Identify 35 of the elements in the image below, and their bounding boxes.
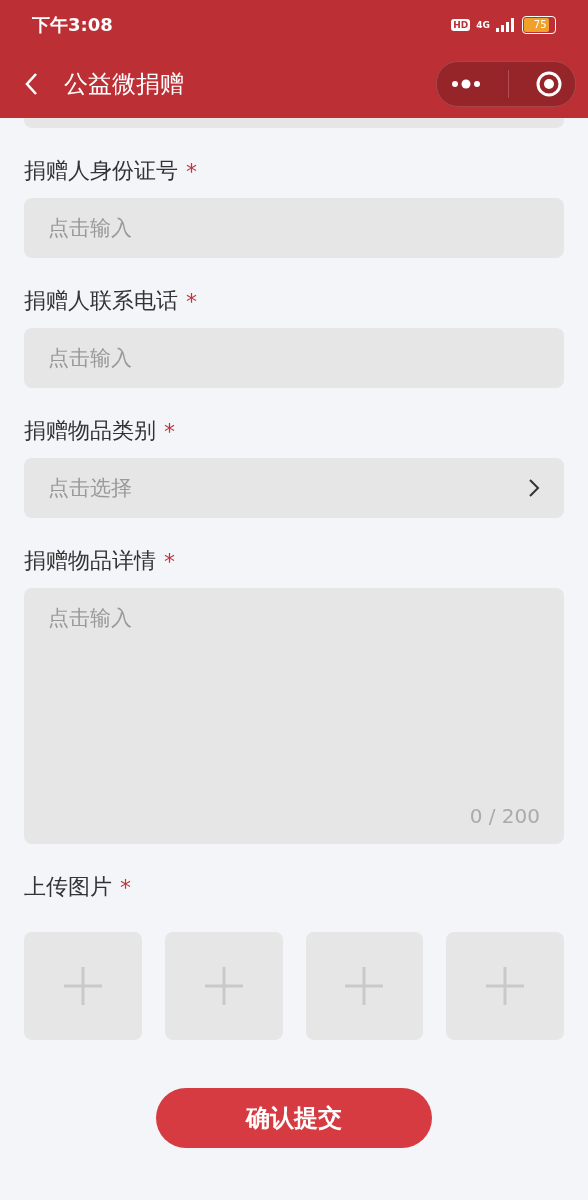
image-upload-slot[interactable] bbox=[305, 932, 424, 1040]
input-field[interactable]: 点击输入 bbox=[24, 328, 564, 388]
more-icon[interactable] bbox=[450, 79, 481, 89]
back-icon[interactable] bbox=[24, 72, 38, 96]
hd-badge: HD bbox=[451, 19, 471, 31]
submit-button[interactable]: 确认提交 bbox=[156, 1088, 432, 1148]
required-mark: * bbox=[164, 548, 175, 574]
required-mark: * bbox=[164, 418, 175, 444]
close-icon[interactable] bbox=[535, 71, 562, 97]
plus-icon bbox=[62, 966, 103, 1006]
field-label: 捐赠物品详情 bbox=[24, 547, 156, 575]
select-field[interactable]: 点击选择 bbox=[24, 458, 564, 518]
field-label: 捐赠物品类别 bbox=[24, 417, 156, 445]
status-time: 下午3:08 bbox=[32, 13, 113, 37]
field-label: 上传图片 bbox=[24, 873, 112, 901]
required-mark: * bbox=[120, 874, 131, 900]
character-counter: 0 / 200 bbox=[469, 804, 540, 828]
input-field[interactable]: 点击输入 bbox=[24, 198, 564, 258]
signal-icon bbox=[496, 18, 516, 32]
page-title: 公益微捐赠 bbox=[64, 69, 185, 100]
image-upload-slot[interactable] bbox=[24, 932, 142, 1040]
required-mark: * bbox=[186, 288, 197, 314]
network-label: 4G bbox=[476, 20, 490, 30]
field-label: 捐赠人联系电话 bbox=[24, 287, 178, 315]
plus-icon bbox=[203, 966, 244, 1006]
image-upload-slot[interactable] bbox=[446, 932, 564, 1040]
required-mark: * bbox=[186, 158, 197, 184]
plus-icon bbox=[485, 966, 526, 1006]
plus-icon bbox=[344, 966, 385, 1006]
image-upload-slot[interactable] bbox=[164, 932, 283, 1040]
textarea-field[interactable]: 点击输入 0 / 200 bbox=[24, 588, 564, 844]
input-field[interactable] bbox=[24, 118, 564, 128]
battery-level: 75 bbox=[524, 18, 549, 32]
chevron-right-icon bbox=[528, 478, 540, 498]
field-label: 捐赠人身份证号 bbox=[24, 157, 178, 185]
